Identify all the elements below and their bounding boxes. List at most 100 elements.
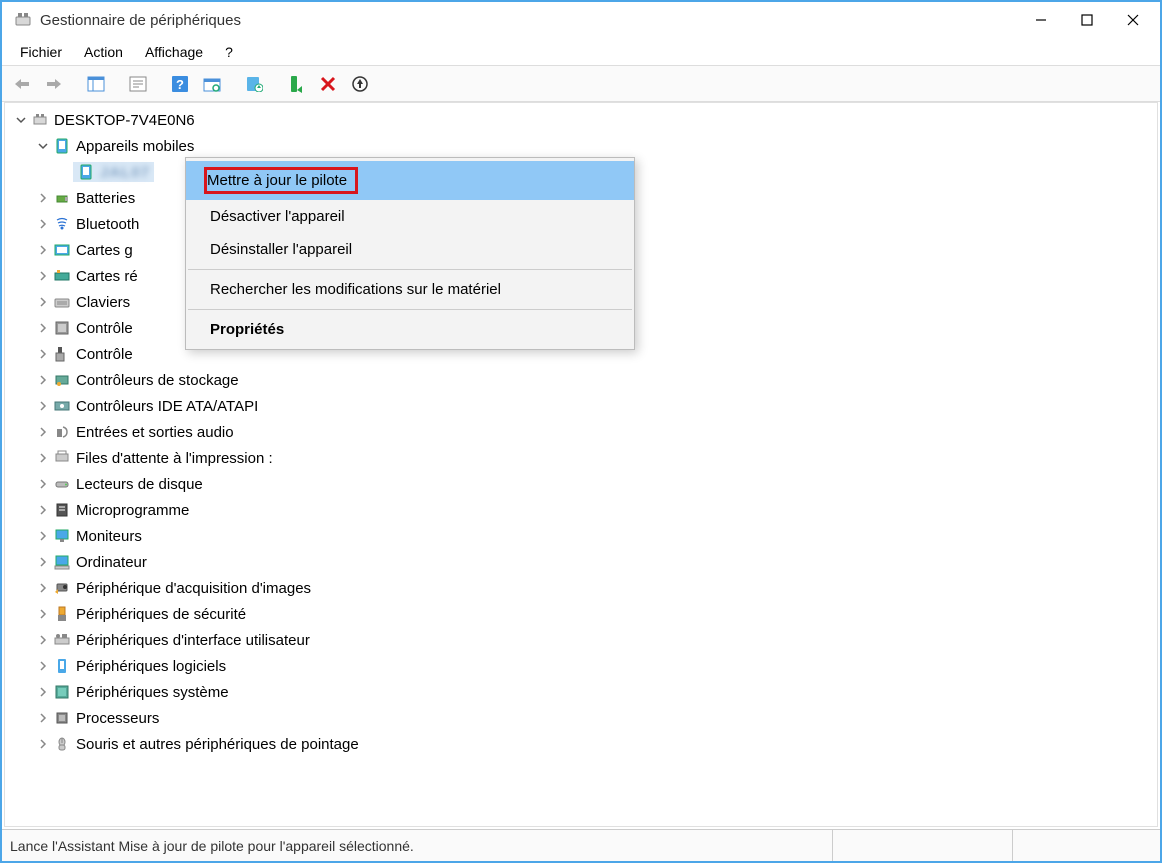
tree-category-label: Périphériques de sécurité: [76, 606, 246, 623]
tree-category[interactable]: Ordinateur: [7, 549, 1155, 575]
scan-hardware-button[interactable]: [198, 70, 226, 98]
category-icon: [53, 683, 71, 701]
menu-file[interactable]: Fichier: [10, 40, 72, 64]
category-icon: [53, 267, 71, 285]
chevron-right-icon[interactable]: [35, 320, 51, 336]
chevron-right-icon[interactable]: [35, 632, 51, 648]
tree-category[interactable]: Files d'attente à l'impression :: [7, 445, 1155, 471]
category-icon: [53, 293, 71, 311]
properties-button[interactable]: [124, 70, 152, 98]
system-buttons: [1018, 4, 1156, 36]
ctx-properties[interactable]: Propriétés: [186, 313, 634, 346]
tree-root[interactable]: DESKTOP-7V4E0N6: [7, 107, 1155, 133]
chevron-right-icon[interactable]: [35, 372, 51, 388]
chevron-right-icon[interactable]: [35, 476, 51, 492]
tree-category-label: Cartes g: [76, 242, 133, 259]
tree-category[interactable]: Souris et autres périphériques de pointa…: [7, 731, 1155, 757]
ctx-separator: [188, 309, 632, 310]
tree-category-label: Moniteurs: [76, 528, 142, 545]
chevron-right-icon[interactable]: [35, 580, 51, 596]
tree-category-label: Contrôle: [76, 346, 133, 363]
menu-view[interactable]: Affichage: [135, 40, 213, 64]
menu-help[interactable]: ?: [215, 40, 243, 64]
forward-button[interactable]: [40, 70, 68, 98]
tree-category[interactable]: Processeurs: [7, 705, 1155, 731]
tree-category-label: Appareils mobiles: [76, 138, 194, 155]
category-icon: [53, 631, 71, 649]
tree-category[interactable]: Périphériques système: [7, 679, 1155, 705]
chevron-right-icon[interactable]: [35, 242, 51, 258]
chevron-down-icon[interactable]: [35, 138, 51, 154]
device-manager-window: Gestionnaire de périphériques Fichier Ac…: [0, 0, 1162, 863]
tree-category[interactable]: Lecteurs de disque: [7, 471, 1155, 497]
tree-category[interactable]: Contrôleurs de stockage: [7, 367, 1155, 393]
tree-category[interactable]: Moniteurs: [7, 523, 1155, 549]
back-button[interactable]: [8, 70, 36, 98]
maximize-button[interactable]: [1064, 4, 1110, 36]
tree-category[interactable]: Périphériques de sécurité: [7, 601, 1155, 627]
chevron-right-icon[interactable]: [35, 294, 51, 310]
chevron-right-icon[interactable]: [35, 346, 51, 362]
ctx-update-driver[interactable]: Mettre à jour le pilote: [186, 161, 634, 200]
chevron-right-icon[interactable]: [35, 736, 51, 752]
uninstall-device-button[interactable]: [282, 70, 310, 98]
chevron-right-icon[interactable]: [35, 684, 51, 700]
chevron-right-icon[interactable]: [35, 528, 51, 544]
ctx-update-driver-label: Mettre à jour le pilote: [207, 172, 347, 189]
chevron-right-icon[interactable]: [35, 502, 51, 518]
tree-category-label: Processeurs: [76, 710, 159, 727]
device-tree[interactable]: DESKTOP-7V4E0N6 Appareils mobiles JAL07 …: [4, 102, 1158, 827]
chevron-right-icon[interactable]: [35, 398, 51, 414]
svg-text:?: ?: [176, 77, 184, 92]
chevron-right-icon[interactable]: [35, 424, 51, 440]
chevron-right-icon[interactable]: [35, 450, 51, 466]
tree-category-label: Batteries: [76, 190, 135, 207]
tree-root-label: DESKTOP-7V4E0N6: [54, 112, 195, 129]
menu-action[interactable]: Action: [74, 40, 133, 64]
statusbar: Lance l'Assistant Mise à jour de pilote …: [2, 829, 1160, 861]
tree-category[interactable]: Contrôleurs IDE ATA/ATAPI: [7, 393, 1155, 419]
statusbar-cell2: [832, 830, 1012, 861]
category-icon: [53, 241, 71, 259]
chevron-right-icon[interactable]: [35, 554, 51, 570]
tree-category-label: Bluetooth: [76, 216, 139, 233]
tree-category[interactable]: Périphérique d'acquisition d'images: [7, 575, 1155, 601]
minimize-button[interactable]: [1018, 4, 1064, 36]
tree-category-label: Ordinateur: [76, 554, 147, 571]
tree-category-mobile[interactable]: Appareils mobiles: [7, 133, 1155, 159]
help-button[interactable]: ?: [166, 70, 194, 98]
category-icon: [53, 735, 71, 753]
chevron-right-icon[interactable]: [35, 216, 51, 232]
chevron-right-icon[interactable]: [35, 606, 51, 622]
show-hide-tree-button[interactable]: [82, 70, 110, 98]
update-driver-button[interactable]: [240, 70, 268, 98]
category-icon: [53, 501, 71, 519]
tree-category-label: Entrées et sorties audio: [76, 424, 234, 441]
tree-category[interactable]: Périphériques d'interface utilisateur: [7, 627, 1155, 653]
ctx-disable-device[interactable]: Désactiver l'appareil: [186, 200, 634, 233]
tree-category[interactable]: Microprogramme: [7, 497, 1155, 523]
tree-category-label: Souris et autres périphériques de pointa…: [76, 736, 359, 753]
tree-category[interactable]: Périphériques logiciels: [7, 653, 1155, 679]
close-button[interactable]: [1110, 4, 1156, 36]
tree-category-label: Cartes ré: [76, 268, 138, 285]
tree-category[interactable]: Entrées et sorties audio: [7, 419, 1155, 445]
chevron-right-icon[interactable]: [35, 268, 51, 284]
chevron-down-icon[interactable]: [13, 112, 29, 128]
ctx-scan-hardware[interactable]: Rechercher les modifications sur le maté…: [186, 273, 634, 306]
category-icon: [53, 345, 71, 363]
titlebar: Gestionnaire de périphériques: [2, 2, 1160, 38]
statusbar-text: Lance l'Assistant Mise à jour de pilote …: [10, 838, 832, 854]
ctx-uninstall-device[interactable]: Désinstaller l'appareil: [186, 233, 634, 266]
toolbar: ?: [2, 66, 1160, 102]
disable-device-button[interactable]: [314, 70, 342, 98]
tree-category-label: Files d'attente à l'impression :: [76, 450, 273, 467]
tree-category-label: Périphérique d'acquisition d'images: [76, 580, 311, 597]
window-title: Gestionnaire de périphériques: [40, 12, 1018, 29]
tree-category-label: Périphériques système: [76, 684, 229, 701]
chevron-right-icon[interactable]: [35, 710, 51, 726]
tree-category-label: Périphériques d'interface utilisateur: [76, 632, 310, 649]
chevron-right-icon[interactable]: [35, 658, 51, 674]
enable-device-button[interactable]: [346, 70, 374, 98]
chevron-right-icon[interactable]: [35, 190, 51, 206]
